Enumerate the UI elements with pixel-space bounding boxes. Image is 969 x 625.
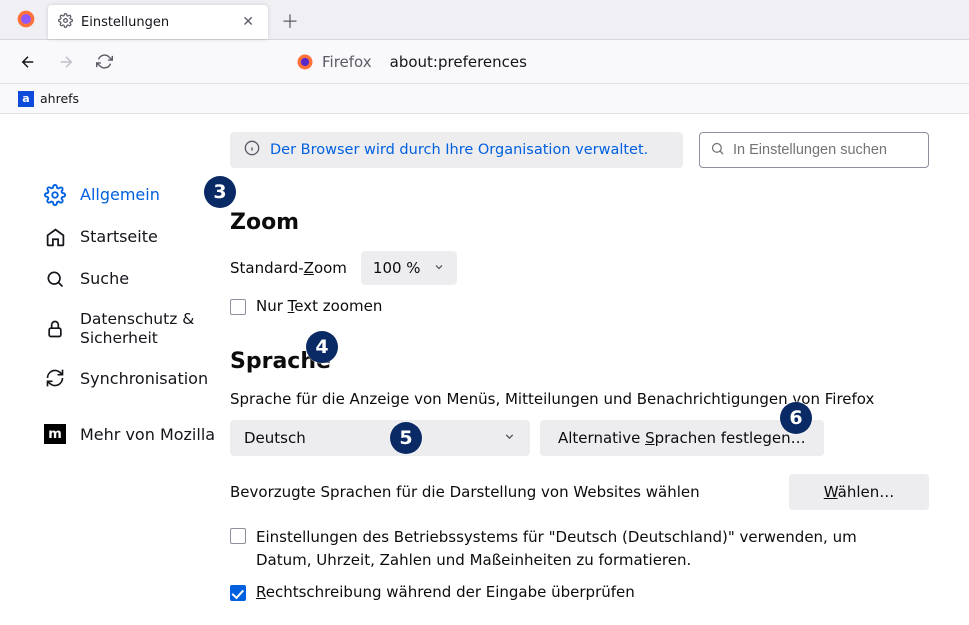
preferences-content: Der Browser wird durch Ihre Organisation… bbox=[230, 114, 969, 625]
language-description: Sprache für die Anzeige von Menüs, Mitte… bbox=[230, 390, 929, 408]
sidebar-item-label: Synchronisation bbox=[80, 369, 222, 388]
forward-button bbox=[50, 46, 82, 78]
org-managed-banner: Der Browser wird durch Ihre Organisation… bbox=[230, 132, 683, 168]
sync-icon bbox=[44, 367, 66, 389]
text-only-zoom-label: Nur Text zoomen bbox=[256, 297, 382, 315]
bookmark-icon: a bbox=[18, 91, 34, 107]
sidebar-item-label: Suche bbox=[80, 269, 222, 288]
gear-icon bbox=[58, 13, 73, 32]
mozilla-icon: m bbox=[44, 423, 66, 445]
use-os-locale-checkbox[interactable]: Einstellungen des Betriebssystems für "D… bbox=[230, 526, 890, 571]
checkbox-icon bbox=[230, 585, 246, 601]
choose-languages-button[interactable]: Wählen… bbox=[789, 474, 929, 510]
address-url: about:preferences bbox=[390, 53, 527, 71]
gear-icon bbox=[44, 184, 66, 206]
reload-button[interactable] bbox=[88, 46, 120, 78]
tab-strip: Einstellungen ✕ ＋ bbox=[0, 0, 969, 40]
spellcheck-checkbox[interactable]: Rechtschreibung während der Eingabe über… bbox=[230, 583, 929, 601]
preferences-search-input[interactable] bbox=[733, 142, 920, 158]
address-bar[interactable]: Firefox about:preferences bbox=[286, 46, 537, 78]
chevron-down-icon bbox=[433, 259, 445, 277]
language-select[interactable]: Deutsch bbox=[230, 420, 530, 456]
address-app-label: Firefox bbox=[322, 53, 372, 71]
tutorial-badge-5: 5 bbox=[390, 422, 422, 454]
new-tab-button[interactable]: ＋ bbox=[274, 5, 306, 37]
bookmarks-toolbar: a ahrefs bbox=[0, 84, 969, 114]
spellcheck-label: Rechtschreibung während der Eingabe über… bbox=[256, 583, 635, 601]
sidebar-item-label: Datenschutz & Sicherheit bbox=[80, 310, 222, 347]
search-icon bbox=[710, 141, 725, 160]
default-zoom-value: 100 % bbox=[373, 259, 421, 277]
zoom-heading: Zoom bbox=[230, 210, 929, 235]
checkbox-icon bbox=[230, 299, 246, 315]
preferences-sidebar: Allgemein 3 Startseite Suche Datenschutz… bbox=[0, 114, 230, 625]
sidebar-item-sync[interactable]: Synchronisation bbox=[36, 357, 230, 399]
preferences-pane: Allgemein 3 Startseite Suche Datenschutz… bbox=[0, 114, 969, 625]
org-managed-link[interactable]: Der Browser wird durch Ihre Organisation… bbox=[270, 142, 648, 158]
sidebar-item-label: Startseite bbox=[80, 227, 222, 246]
sidebar-item-label: Allgemein bbox=[80, 185, 222, 204]
sidebar-item-label: Mehr von Mozilla bbox=[80, 425, 222, 444]
text-only-zoom-checkbox[interactable]: Nur Text zoomen bbox=[230, 297, 929, 315]
tab-title: Einstellungen bbox=[81, 15, 230, 30]
preferences-search[interactable] bbox=[699, 132, 929, 168]
tutorial-badge-4: 4 bbox=[306, 331, 338, 363]
default-zoom-label: Standard-Zoom bbox=[230, 259, 347, 277]
website-language-description: Bevorzugte Sprachen für die Darstellung … bbox=[230, 483, 700, 501]
use-os-locale-label: Einstellungen des Betriebssystems für "D… bbox=[256, 526, 890, 571]
chevron-down-icon bbox=[503, 429, 516, 447]
language-selected-value: Deutsch bbox=[244, 429, 306, 447]
default-zoom-select[interactable]: 100 % bbox=[361, 251, 457, 285]
checkbox-icon bbox=[230, 528, 246, 544]
lock-icon bbox=[44, 318, 66, 340]
bookmark-ahrefs[interactable]: a ahrefs bbox=[12, 88, 85, 110]
tutorial-badge-3: 3 bbox=[204, 176, 236, 208]
info-icon bbox=[244, 140, 260, 160]
sidebar-item-search[interactable]: Suche bbox=[36, 258, 230, 300]
sidebar-item-home[interactable]: Startseite bbox=[36, 216, 230, 258]
firefox-logo-icon bbox=[12, 5, 40, 33]
back-button[interactable] bbox=[12, 46, 44, 78]
bookmark-label: ahrefs bbox=[40, 91, 79, 106]
sidebar-item-more-mozilla[interactable]: m Mehr von Mozilla bbox=[36, 413, 230, 455]
tutorial-badge-6: 6 bbox=[780, 402, 812, 434]
tab-settings[interactable]: Einstellungen ✕ bbox=[48, 5, 268, 39]
sidebar-item-privacy[interactable]: Datenschutz & Sicherheit bbox=[36, 300, 230, 357]
search-icon bbox=[44, 268, 66, 290]
firefox-logo-icon bbox=[296, 53, 314, 71]
sidebar-item-general[interactable]: Allgemein 3 bbox=[36, 174, 230, 216]
home-icon bbox=[44, 226, 66, 248]
nav-toolbar: Firefox about:preferences bbox=[0, 40, 969, 84]
close-icon[interactable]: ✕ bbox=[238, 12, 258, 32]
